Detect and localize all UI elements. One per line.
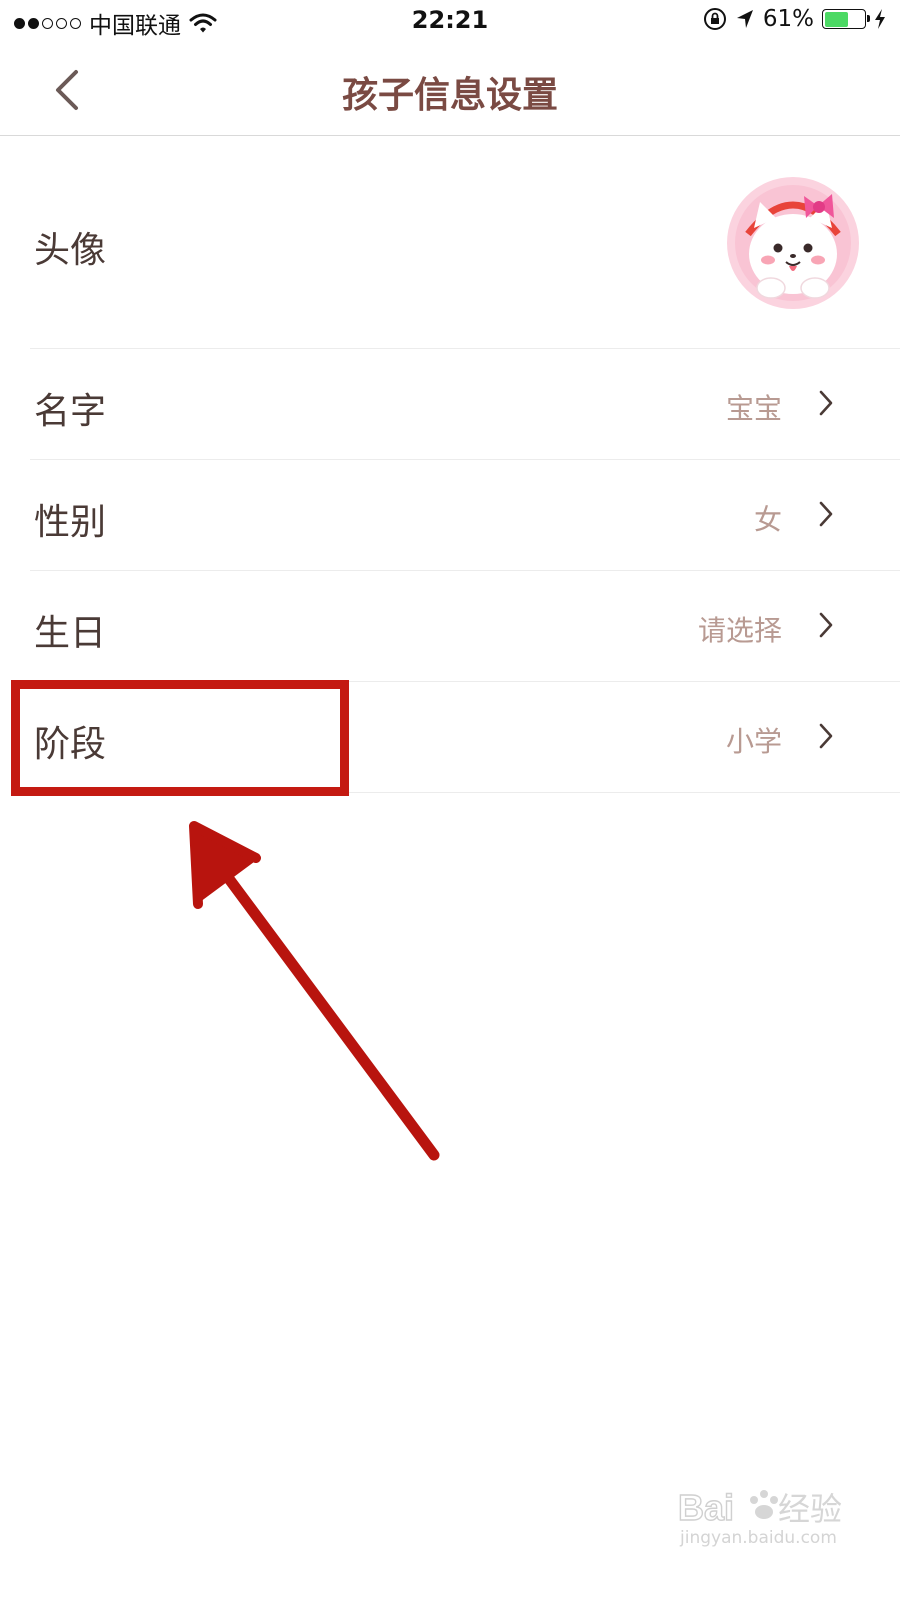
- svg-text:经验: 经验: [778, 1491, 842, 1527]
- watermark: Bai 经验 jingyan.baidu.com: [678, 1482, 848, 1552]
- svg-text:Bai: Bai: [678, 1487, 734, 1528]
- nav-bar: 孩子信息设置: [0, 44, 900, 136]
- watermark-url: jingyan.baidu.com: [680, 1528, 837, 1548]
- row-avatar[interactable]: 头像: [30, 136, 900, 349]
- row-label-name: 名字: [34, 391, 107, 432]
- row-value-name: 宝宝: [725, 392, 782, 425]
- page-title: 孩子信息设置: [341, 75, 558, 116]
- row-value-gender: 女: [753, 503, 782, 536]
- charging-bolt-icon: [875, 9, 885, 29]
- chevron-right-icon: [819, 390, 833, 416]
- row-birthday[interactable]: 生日 请选择: [30, 571, 900, 682]
- row-label-avatar: 头像: [34, 230, 107, 271]
- annotation-highlight-box: [11, 680, 349, 796]
- row-label-birthday: 生日: [34, 613, 107, 654]
- row-value-birthday: 请选择: [697, 614, 782, 647]
- status-right: 61%: [703, 6, 886, 32]
- location-arrow-icon: [736, 10, 753, 28]
- baidu-jingyan-logo: Bai 经验: [678, 1486, 842, 1528]
- avatar[interactable]: [726, 176, 860, 310]
- battery-level: [824, 11, 849, 27]
- orientation-lock-icon: [703, 8, 726, 30]
- row-value-stage: 小学: [725, 725, 782, 758]
- battery-icon: [822, 9, 870, 29]
- row-name[interactable]: 名字 宝宝: [30, 349, 900, 460]
- battery-percent: 61%: [762, 6, 814, 32]
- chevron-right-icon: [819, 723, 833, 749]
- row-gender[interactable]: 性别 女: [30, 460, 900, 571]
- screen: 中国联通 22:21 61% 孩子信息设置 头像 名字 宝宝 性别 女 生日 请…: [0, 0, 900, 1600]
- chevron-right-icon: [819, 501, 833, 527]
- chevron-right-icon: [819, 612, 833, 638]
- row-label-gender: 性别: [34, 502, 107, 543]
- status-bar: 中国联通 22:21 61%: [0, 0, 900, 44]
